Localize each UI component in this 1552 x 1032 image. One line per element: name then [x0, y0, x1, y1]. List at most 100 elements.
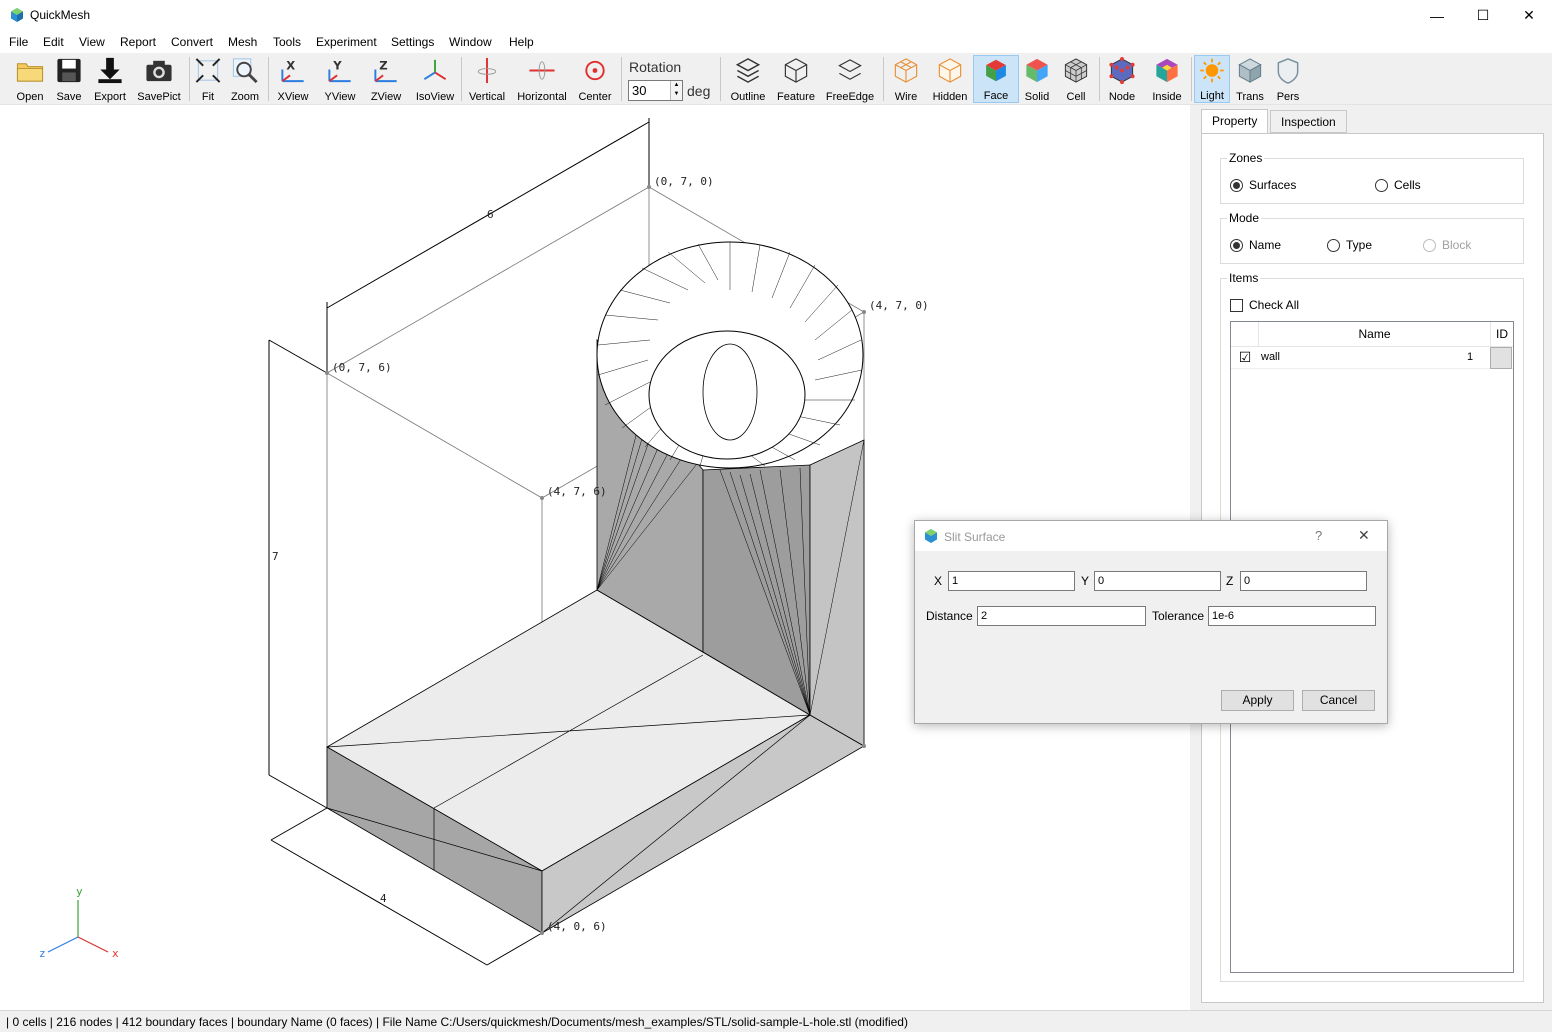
menu-mesh[interactable]: Mesh	[228, 35, 257, 49]
apply-button[interactable]: Apply	[1221, 690, 1294, 711]
dimension-label-width: 6	[487, 208, 494, 221]
isoview-button[interactable]: IsoView	[413, 55, 457, 103]
y-input[interactable]: 0	[1094, 571, 1221, 591]
cell-mesh-cube-icon	[1064, 58, 1088, 83]
perspective-shield-icon	[1277, 58, 1299, 84]
maximize-button[interactable]: ☐	[1460, 0, 1506, 31]
menu-tools[interactable]: Tools	[273, 35, 301, 49]
menu-edit[interactable]: Edit	[43, 35, 64, 49]
vertex-label-4-7-6: (4, 7, 6)	[547, 485, 607, 498]
wire-button[interactable]: Wire	[888, 55, 924, 103]
menu-experiment[interactable]: Experiment	[316, 35, 377, 49]
dialog-help-button[interactable]: ?	[1315, 528, 1322, 543]
horizontal-rotate-icon	[529, 61, 555, 80]
axis-y-label: y	[76, 885, 83, 898]
menu-help[interactable]: Help	[509, 35, 534, 49]
table-row[interactable]: ☑ wall 1	[1231, 347, 1513, 369]
hidden-button[interactable]: Hidden	[929, 55, 971, 103]
z-label: Z	[1226, 574, 1234, 588]
row-id: 1	[1467, 351, 1474, 363]
light-button[interactable]: Light	[1194, 55, 1230, 103]
toolbar-separator	[268, 57, 269, 101]
items-group-title: Items	[1227, 271, 1261, 285]
close-window-button[interactable]: ✕	[1506, 0, 1552, 31]
inside-button[interactable]: Inside	[1148, 55, 1186, 103]
face-button[interactable]: Face	[973, 55, 1019, 103]
app-logo-icon	[11, 8, 23, 22]
menu-report[interactable]: Report	[120, 35, 156, 49]
dialog-close-button[interactable]: ✕	[1358, 527, 1370, 544]
vertical-rotate-button[interactable]: Vertical	[467, 55, 507, 103]
solid-button[interactable]: Solid	[1020, 55, 1054, 103]
svg-text:Z: Z	[379, 59, 387, 73]
menu-window[interactable]: Window	[449, 35, 492, 49]
save-button[interactable]: Save	[52, 55, 86, 103]
menu-convert[interactable]: Convert	[171, 35, 213, 49]
toolbar-separator	[1191, 57, 1192, 101]
feature-edge-cube-icon	[784, 58, 808, 83]
node-button[interactable]: Node	[1104, 55, 1140, 103]
name-mode-radio[interactable]: Name	[1230, 238, 1281, 252]
xview-button[interactable]: X XView	[274, 55, 312, 103]
x-input[interactable]: 1	[948, 571, 1075, 591]
node-cube-icon	[1109, 56, 1135, 85]
magnifier-icon	[232, 58, 258, 84]
cells-radio[interactable]: Cells	[1375, 178, 1421, 192]
mode-group-title: Mode	[1227, 211, 1262, 225]
distance-input[interactable]: 2	[977, 606, 1146, 626]
savepict-button[interactable]: SavePict	[136, 55, 182, 103]
toolbar: Open Save Export SavePict Fit Zoom X XVi…	[0, 53, 1552, 105]
feature-button[interactable]: Feature	[774, 55, 818, 103]
cancel-button[interactable]: Cancel	[1302, 690, 1375, 711]
toolbar-separator	[720, 57, 721, 101]
horizontal-rotate-button[interactable]: Horizontal	[515, 55, 569, 103]
outline-button[interactable]: Outline	[727, 55, 769, 103]
dimension-label-depth: 4	[380, 892, 387, 905]
table-header-name[interactable]: Name	[1259, 322, 1491, 347]
zones-group-title: Zones	[1227, 151, 1265, 165]
distance-label: Distance	[926, 609, 973, 623]
row-checkbox[interactable]: ☑	[1231, 349, 1259, 366]
rotation-spin-arrows[interactable]: ▲ ▼	[670, 81, 682, 100]
target-center-icon	[585, 60, 605, 81]
fit-button[interactable]: Fit	[193, 55, 223, 103]
zoom-button[interactable]: Zoom	[228, 55, 262, 103]
trans-button[interactable]: Trans	[1233, 55, 1267, 103]
pers-button[interactable]: Pers	[1272, 55, 1304, 103]
tolerance-label: Tolerance	[1152, 609, 1205, 623]
title-bar: QuickMesh — ☐ ✕	[0, 0, 1552, 31]
svg-text:X: X	[286, 59, 295, 73]
fit-arrows-icon	[195, 58, 221, 83]
zview-button[interactable]: Z ZView	[366, 55, 406, 103]
toolbar-separator	[461, 57, 462, 101]
check-all-checkbox[interactable]: Check All	[1230, 298, 1299, 312]
vertex-label-0-7-6: (0, 7, 6)	[332, 361, 392, 374]
x-axis-view-icon: X	[281, 59, 304, 83]
menu-settings[interactable]: Settings	[391, 35, 434, 49]
yview-button[interactable]: Y YView	[320, 55, 360, 103]
axis-x-label: x	[112, 947, 119, 960]
vertex-label-4-7-0: (4, 7, 0)	[869, 299, 929, 312]
minimize-button[interactable]: —	[1414, 0, 1460, 31]
table-header-id[interactable]: ID	[1491, 322, 1513, 347]
free-edge-icon	[838, 59, 862, 80]
menu-file[interactable]: File	[9, 35, 28, 49]
freeedge-button[interactable]: FreeEdge	[824, 55, 876, 103]
tolerance-input[interactable]: 1e-6	[1208, 606, 1376, 626]
rotation-label: Rotation	[629, 59, 682, 75]
surfaces-radio[interactable]: Surfaces	[1230, 178, 1296, 192]
z-axis-view-icon: Z	[374, 59, 397, 83]
type-mode-radio[interactable]: Type	[1327, 238, 1372, 252]
menu-view[interactable]: View	[79, 35, 105, 49]
z-input[interactable]: 0	[1240, 571, 1367, 591]
tab-inspection[interactable]: Inspection	[1270, 110, 1347, 133]
solid-cube-icon	[1026, 58, 1048, 83]
center-button[interactable]: Center	[576, 55, 614, 103]
open-button[interactable]: Open	[12, 55, 48, 103]
export-button[interactable]: Export	[91, 55, 129, 103]
cell-button[interactable]: Cell	[1059, 55, 1093, 103]
tab-property[interactable]: Property	[1201, 109, 1269, 134]
row-color-swatch[interactable]	[1490, 347, 1512, 369]
row-name: wall	[1261, 351, 1280, 363]
rotation-spinbox[interactable]: 30 ▲ ▼	[628, 80, 683, 101]
